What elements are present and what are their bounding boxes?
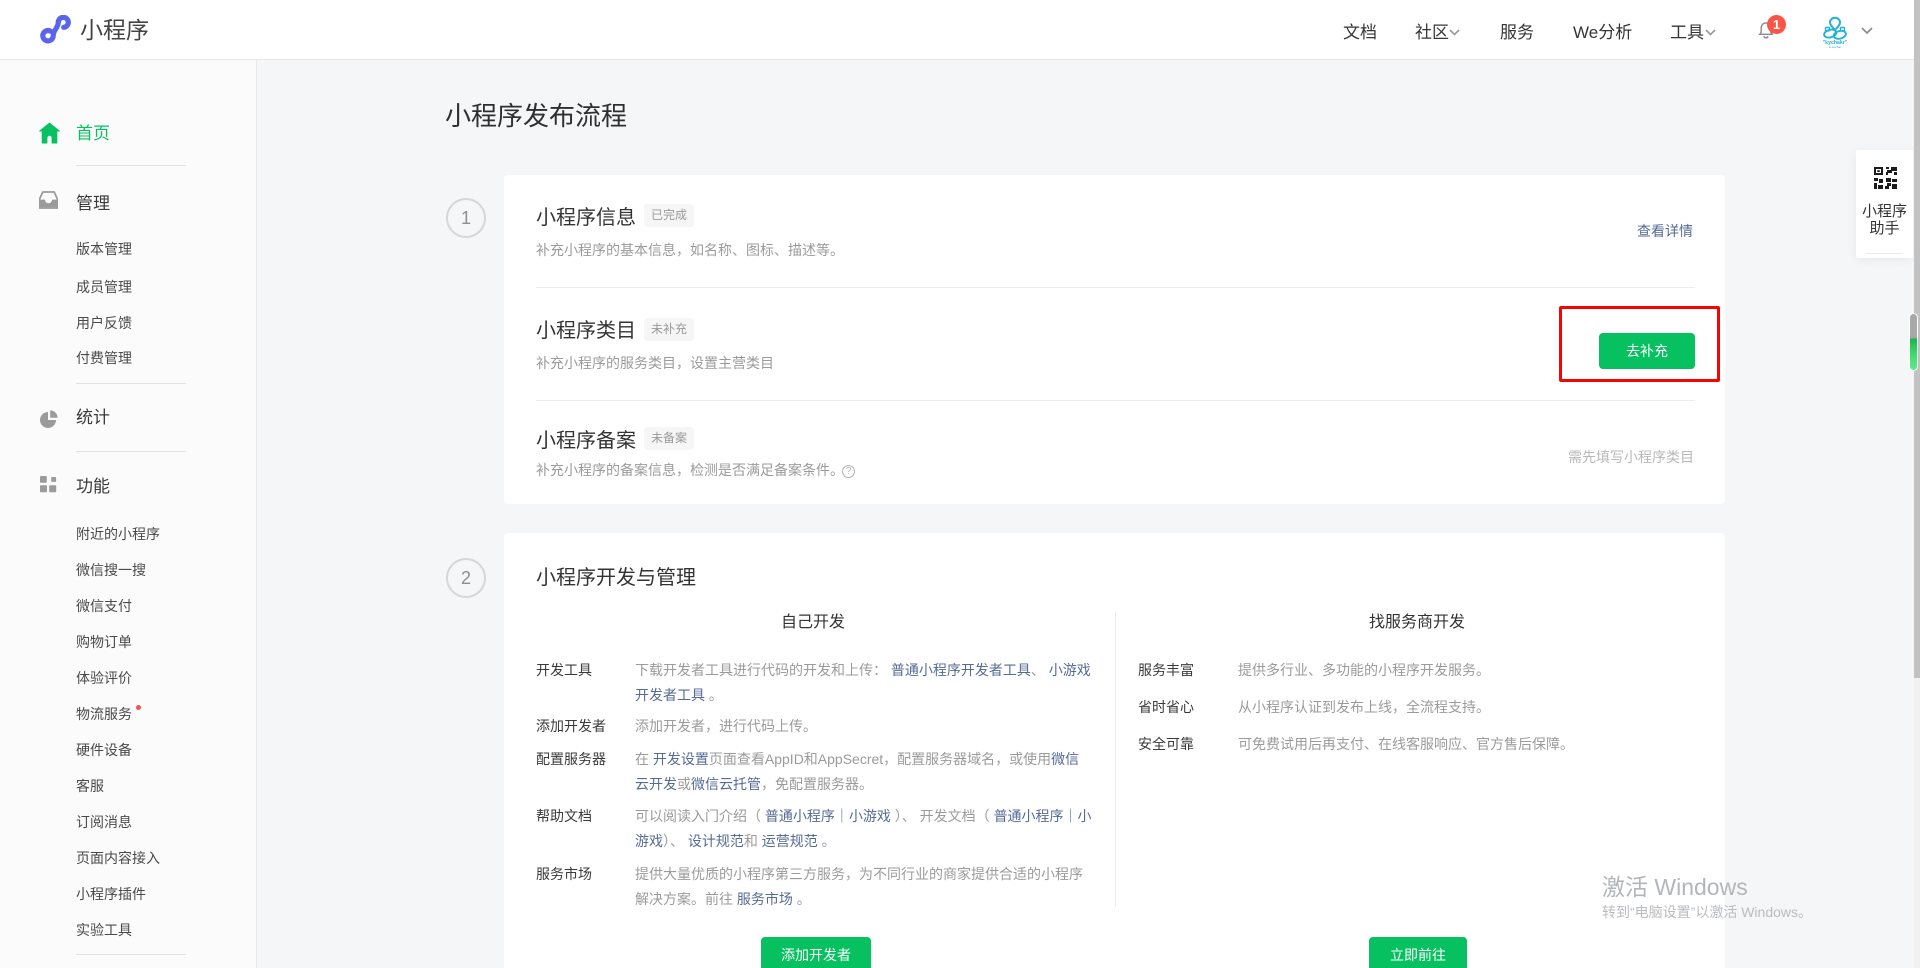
svg-text:to kochar: to kochar <box>1829 45 1841 49</box>
